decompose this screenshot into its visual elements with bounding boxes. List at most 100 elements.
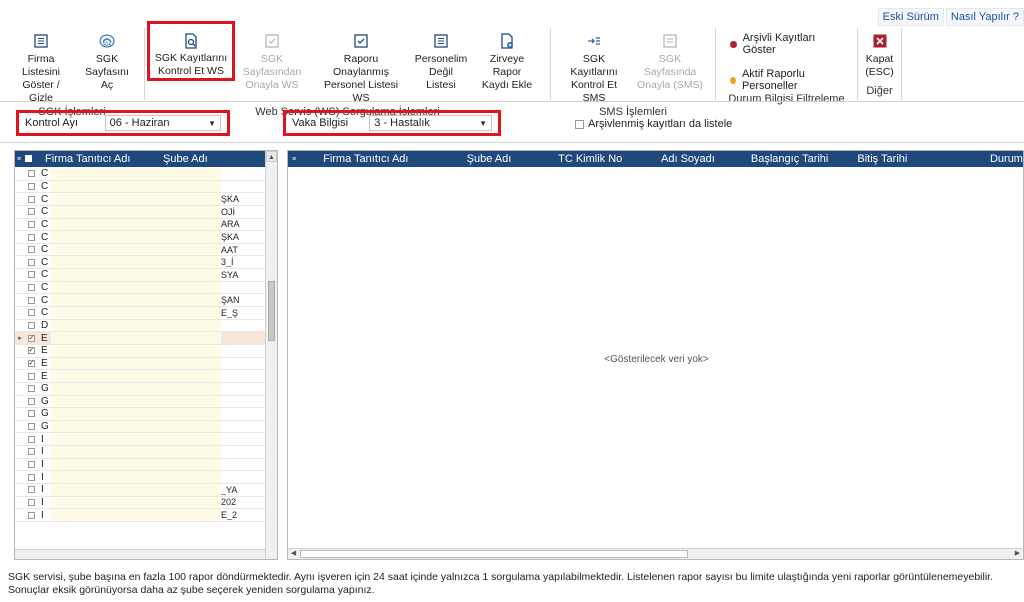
company-cell: C	[41, 282, 49, 294]
col-header-branch[interactable]: Şube Adı	[432, 153, 547, 165]
company-cell: İ	[41, 509, 44, 521]
row-checkbox[interactable]	[25, 284, 37, 292]
table-row[interactable]: C 3_İ	[15, 256, 265, 270]
col-header-end-date[interactable]: Bitiş Tarihi	[838, 153, 928, 165]
how-to-link[interactable]: Nasıl Yapılır ?	[945, 8, 1024, 26]
row-checkbox[interactable]	[25, 410, 37, 418]
table-row[interactable]: E	[15, 370, 265, 383]
add-report-to-zirve-button[interactable]: Zirveye Rapor Kaydı Ekle	[472, 28, 542, 92]
not-my-personnel-list-button[interactable]: Personelim Değil Listesi	[410, 28, 472, 92]
table-row[interactable]: C	[15, 281, 265, 295]
table-row[interactable]: İ	[15, 446, 265, 459]
row-checkbox[interactable]	[25, 296, 37, 304]
approve-from-sgk-ws-button[interactable]: SGK Sayfasından Onayla WS	[232, 28, 312, 92]
company-grid-vscroll[interactable]: ▲	[265, 151, 277, 559]
table-row[interactable]: ✓ E	[15, 344, 265, 358]
row-checkbox[interactable]	[25, 208, 37, 216]
row-checkbox[interactable]	[25, 220, 37, 228]
col-header-branch[interactable]: Şube Adı	[159, 153, 249, 165]
table-row[interactable]: ▸ ✓ E	[15, 332, 265, 345]
scroll-right-icon[interactable]: ▶	[1012, 549, 1023, 559]
table-row[interactable]: C SYA	[15, 269, 265, 282]
row-checkbox[interactable]	[25, 372, 37, 380]
table-row[interactable]: C OJİ	[15, 205, 265, 219]
row-checkbox[interactable]	[25, 473, 37, 481]
check-sgk-records-sms-button[interactable]: SGK Kayıtlarını Kontrol Et SMS	[556, 28, 632, 105]
close-button[interactable]: Kapat (ESC)	[860, 28, 900, 79]
old-version-link[interactable]: Eski Sürüm	[877, 8, 944, 26]
row-checkbox[interactable]	[25, 195, 37, 203]
archive-checkbox-row[interactable]: Arşivlenmiş kayıtları da listele	[575, 118, 732, 130]
report-grid-hscroll[interactable]: ◀ ▶	[288, 548, 1023, 559]
scroll-up-icon[interactable]: ▲	[266, 151, 277, 162]
company-grid-hscroll[interactable]	[15, 549, 265, 559]
table-row[interactable]: C ŞKA	[15, 231, 265, 244]
branch-cell: ARA	[221, 219, 240, 230]
table-row[interactable]: İ E_2	[15, 509, 265, 522]
row-checkbox[interactable]	[25, 461, 37, 469]
active-reported-personnel-item[interactable]: Aktif Raporlu Personeller	[730, 68, 845, 92]
table-row[interactable]: D	[15, 319, 265, 333]
row-checkbox[interactable]	[25, 322, 37, 329]
table-row[interactable]: G	[15, 420, 265, 434]
control-month-select[interactable]: 06 - Haziran ▼	[104, 115, 221, 131]
col-header-full-name[interactable]: Adı Soyadı	[634, 153, 742, 165]
row-checkbox[interactable]	[25, 511, 37, 519]
company-grid-rows: C C C ŞKA C OJİ C ARA C ŞKA C AAT C 3_İ C SYA C C ŞAN C E_Ş D…	[15, 168, 265, 522]
approved-report-personnel-list-button[interactable]: Raporu Onaylanmış Personel Listesi WS	[312, 28, 410, 105]
row-checkbox[interactable]	[25, 246, 37, 254]
table-row[interactable]: İ	[15, 433, 265, 447]
row-checkbox[interactable]	[25, 385, 37, 393]
company-cell: C	[41, 256, 49, 268]
case-info-select[interactable]: 3 - Hastalık ▼	[369, 115, 492, 131]
col-header-company[interactable]: Firma Tanıtıcı Adı	[37, 153, 159, 165]
table-row[interactable]: G	[15, 408, 265, 421]
table-row[interactable]: C	[15, 180, 265, 194]
row-checkbox[interactable]	[25, 182, 37, 190]
col-header-start-date[interactable]: Başlangıç Tarihi	[742, 153, 838, 165]
row-checkbox[interactable]	[25, 486, 37, 494]
row-checkbox[interactable]	[25, 258, 37, 266]
table-row[interactable]: İ _YA	[15, 484, 265, 497]
scroll-thumb[interactable]	[268, 281, 275, 341]
row-checkbox[interactable]	[25, 435, 37, 443]
table-row[interactable]: C	[15, 168, 265, 181]
archive-checkbox[interactable]	[575, 119, 584, 129]
scroll-thumb[interactable]	[300, 550, 688, 558]
table-row[interactable]: İ 202	[15, 496, 265, 510]
table-row[interactable]: C E_Ş	[15, 307, 265, 320]
table-row[interactable]: C ŞAN	[15, 294, 265, 308]
row-checkbox[interactable]	[25, 498, 37, 506]
table-row[interactable]: C AAT	[15, 243, 265, 257]
table-row[interactable]: İ	[15, 458, 265, 472]
table-row[interactable]: ✓ E	[15, 357, 265, 371]
table-row[interactable]: G	[15, 395, 265, 409]
row-checkbox[interactable]	[25, 397, 37, 405]
toggle-company-list-button[interactable]: Firma Listesini Göster / Gizle	[6, 28, 76, 105]
row-checkbox[interactable]	[25, 309, 37, 317]
col-header-status[interactable]: Durum	[927, 153, 1023, 165]
show-archived-records-item[interactable]: Arşivli Kayıtları Göster	[730, 32, 845, 56]
table-row[interactable]: C ARA	[15, 218, 265, 232]
open-sgk-page-button[interactable]: SGK SGK Sayfasını Aç	[76, 28, 138, 92]
approve-on-sgk-sms-button[interactable]: SGK Sayfasında Onayla (SMS)	[632, 28, 708, 92]
arrow-list-icon	[585, 32, 603, 50]
company-cell: C	[41, 307, 49, 319]
row-checkbox[interactable]: ✓	[25, 347, 37, 355]
table-row[interactable]: C ŞKA	[15, 193, 265, 206]
scroll-left-icon[interactable]: ◀	[288, 549, 299, 559]
row-checkbox[interactable]	[25, 448, 37, 456]
archive-label: Arşivlenmiş kayıtları da listele	[588, 118, 733, 130]
table-row[interactable]: İ	[15, 471, 265, 485]
col-header-company[interactable]: Firma Tanıtıcı Adı	[300, 153, 432, 165]
check-sgk-records-ws-button[interactable]: SGK Kayıtlarını Kontrol Et WS	[147, 21, 235, 81]
select-all-checkbox[interactable]	[25, 153, 37, 165]
row-checkbox[interactable]: ✓	[25, 359, 37, 367]
row-checkbox[interactable]: ✓	[25, 334, 37, 342]
row-checkbox[interactable]	[25, 271, 37, 279]
col-header-tc-id[interactable]: TC Kimlik No	[546, 153, 634, 165]
row-checkbox[interactable]	[25, 423, 37, 431]
row-checkbox[interactable]	[25, 233, 37, 241]
row-checkbox[interactable]	[25, 170, 37, 178]
table-row[interactable]: G	[15, 382, 265, 396]
